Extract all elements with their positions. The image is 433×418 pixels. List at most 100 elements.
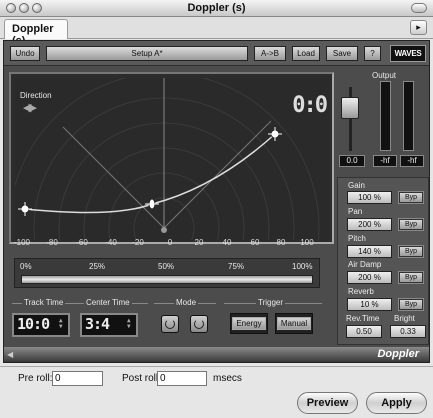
pre-roll-field[interactable]: 0 (52, 371, 103, 386)
output-meter-right (403, 81, 414, 151)
plugin-footer: ◀ Doppler (4, 347, 429, 362)
mode-label: Mode (174, 298, 199, 307)
left-peak-value[interactable]: -hf (373, 155, 397, 167)
percent-tick: 0% (20, 262, 32, 271)
position-counter: 0:0 (292, 93, 328, 118)
energy-trigger-button[interactable]: Energy (230, 313, 268, 334)
reverb-bypass-button[interactable]: Byp (398, 298, 424, 311)
load-button[interactable]: Load (292, 46, 320, 61)
rotate-ccw-icon (165, 319, 175, 329)
track-time-stepper-icon[interactable]: ▲ ▼ (59, 318, 66, 332)
x-tick: 80 (276, 238, 286, 247)
center-time-value: 3:4 (85, 315, 110, 333)
x-tick: -100 (13, 238, 31, 247)
pan-byp-label: Byp (400, 220, 422, 229)
position-percent-bar: 0% 25% 50% 75% 100% (14, 258, 320, 288)
reverb-byp-label: Byp (400, 300, 422, 309)
preview-button[interactable]: Preview (297, 392, 358, 414)
help-button[interactable]: ? (364, 46, 381, 61)
manual-label: Manual (276, 317, 312, 330)
apply-button[interactable]: Apply (366, 392, 427, 414)
air-damp-byp-label: Byp (400, 273, 422, 282)
save-button[interactable]: Save (326, 46, 358, 61)
pan-value-field[interactable]: 200 % (347, 218, 392, 231)
window-title: Doppler (s) (187, 2, 246, 14)
left-arrow-icon[interactable]: ◀ (7, 350, 13, 359)
setup-button[interactable]: Setup A* (46, 46, 248, 61)
trajectory-graph[interactable] (15, 78, 329, 240)
pan-bypass-button[interactable]: Byp (398, 218, 424, 231)
parameter-panel: Gain 100 % Byp Pan 200 % Byp Pitch 140 %… (337, 177, 429, 345)
doppler-display[interactable]: Direction ◀▶ 0:0 -100 -80 -60 -40 -20 0 … (9, 72, 334, 247)
pitch-byp-label: Byp (400, 247, 422, 256)
mode-ccw-button[interactable] (161, 315, 179, 333)
undo-button[interactable]: Undo (10, 46, 40, 61)
toolbar-toggle-button[interactable] (411, 3, 427, 13)
percent-tick: 50% (158, 262, 175, 271)
pre-roll-label: Pre roll: (18, 373, 53, 384)
tab-row: Doppler (s) ▸ (0, 17, 433, 47)
gain-byp-label: Byp (400, 193, 422, 202)
bright-value-field[interactable]: 0.33 (390, 325, 426, 338)
track-time-display[interactable]: 10:0 ▲ ▼ (12, 313, 70, 337)
pitch-value-field[interactable]: 140 % (347, 245, 392, 258)
x-tick: -60 (76, 238, 88, 247)
reverb-value-field[interactable]: 10 % (347, 298, 392, 311)
trigger-label: Trigger (256, 298, 286, 307)
post-roll-field[interactable]: 0 (157, 371, 207, 386)
air-damp-label: Air Damp (348, 260, 382, 269)
post-roll-label: Post roll: (122, 373, 161, 384)
output-meter-left (380, 81, 391, 151)
x-tick: 0 (167, 238, 173, 247)
x-tick: 40 (222, 238, 232, 247)
output-gain-fader[interactable] (341, 97, 359, 119)
plugin-name: Doppler (377, 348, 419, 360)
listener-marker (161, 227, 167, 233)
center-time-display[interactable]: 3:4 ▲ ▼ (80, 313, 138, 337)
direction-arrows-icon[interactable]: ◀▶ (23, 101, 37, 114)
doppler-window: Doppler (s) Doppler (s) ▸ Undo Setup A* … (0, 0, 433, 418)
percent-tick: 100% (292, 262, 313, 271)
output-gain-value: 0.0 (339, 155, 365, 167)
center-time-label: Center Time (84, 298, 132, 307)
bottom-separator (0, 366, 433, 367)
track-time-value: 10:0 (17, 315, 50, 333)
pan-label: Pan (348, 207, 363, 216)
x-tick: 100 (300, 238, 314, 247)
air-damp-bypass-button[interactable]: Byp (398, 271, 424, 284)
x-tick: -20 (132, 238, 144, 247)
center-time-stepper-icon[interactable]: ▲ ▼ (127, 318, 134, 332)
mode-cw-button[interactable] (190, 315, 208, 333)
gain-value-field[interactable]: 100 % (347, 191, 392, 204)
pitch-label: Pitch (348, 234, 366, 243)
direction-label: Direction (20, 91, 52, 100)
x-tick: -80 (46, 238, 58, 247)
rotate-cw-icon (194, 319, 204, 329)
percent-tick: 25% (89, 262, 106, 271)
gain-label: Gain (348, 181, 365, 190)
manual-trigger-button[interactable]: Manual (275, 313, 313, 334)
percent-slider[interactable] (21, 275, 313, 284)
track-time-label: Track Time (22, 298, 66, 307)
output-label: Output (372, 71, 397, 80)
plugin-toolbar: Undo Setup A* A->B Load Save ? WAVES (4, 41, 429, 66)
ab-button[interactable]: A->B (254, 46, 286, 61)
reverb-label: Reverb (348, 287, 374, 296)
right-peak-value[interactable]: -hf (400, 155, 424, 167)
msecs-label: msecs (213, 373, 242, 384)
percent-tick: 75% (228, 262, 245, 271)
gain-bypass-button[interactable]: Byp (398, 191, 424, 204)
rev-time-value-field[interactable]: 0.50 (346, 325, 382, 338)
tab-menu-arrow-icon[interactable]: ▸ (410, 20, 427, 35)
air-damp-value-field[interactable]: 200 % (347, 271, 392, 284)
x-tick: 60 (250, 238, 260, 247)
title-bar: Doppler (s) (0, 0, 433, 17)
pitch-bypass-button[interactable]: Byp (398, 245, 424, 258)
bright-label: Bright (394, 314, 415, 323)
plugin-panel: Undo Setup A* A->B Load Save ? WAVES Dir… (3, 40, 430, 363)
energy-label: Energy (232, 317, 266, 330)
x-tick: -40 (105, 238, 117, 247)
tab-doppler[interactable]: Doppler (s) (4, 19, 68, 47)
waves-logo: WAVES (390, 45, 426, 62)
rev-time-label: Rev.Time (346, 314, 380, 323)
